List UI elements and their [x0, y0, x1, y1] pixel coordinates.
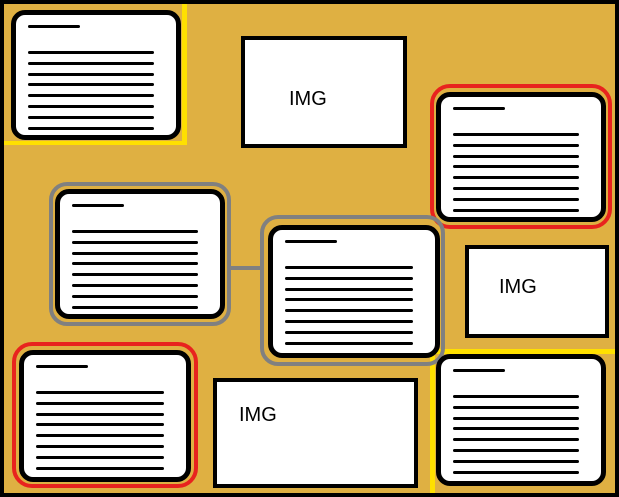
card-text-line [36, 455, 164, 459]
yellow-separator-top-left-horizontal [4, 141, 187, 145]
card-text-line [453, 176, 579, 180]
card-text-line [36, 445, 164, 448]
card-text-line [72, 305, 198, 309]
card-text-line [36, 412, 164, 416]
image-placeholder-bottom-center: IMG [213, 378, 418, 488]
card-text-line [453, 470, 579, 474]
card-text-line [72, 262, 198, 266]
card-text-line [453, 154, 579, 158]
card-text-line [36, 423, 164, 427]
card-title-line [453, 369, 505, 372]
card-text-line [72, 251, 198, 255]
card-text-line [28, 126, 154, 130]
card-text-line [453, 187, 579, 190]
card-title-line [453, 107, 505, 110]
image-placeholder-top-center: IMG [241, 36, 407, 148]
card-title-line [36, 365, 88, 368]
card-text-line [72, 294, 198, 298]
image-placeholder-label: IMG [499, 276, 537, 298]
card-text-line [28, 51, 154, 54]
card-text-line [453, 405, 579, 409]
card-text-line [285, 309, 413, 313]
card-text-line [453, 165, 579, 169]
card-text-line [28, 94, 154, 98]
card-text-line [285, 276, 413, 280]
card-text-line [453, 133, 579, 136]
image-placeholder-label: IMG [289, 88, 327, 110]
text-card-top-left [11, 10, 181, 140]
card-text-line [285, 287, 413, 291]
card-text-line [453, 416, 579, 420]
card-text-line [453, 208, 579, 212]
text-card-bottom-right [436, 354, 606, 486]
card-text-line [285, 341, 413, 345]
card-text-line [28, 115, 154, 119]
card-text-line [285, 320, 413, 323]
text-card-middle-center [268, 225, 440, 358]
yellow-separator-bottom-right-vertical [430, 349, 435, 493]
card-text-line [453, 197, 579, 201]
card-text-line [453, 395, 579, 398]
card-text-line [36, 401, 164, 405]
card-title-line [28, 25, 80, 28]
yellow-separator-top-left-vertical [182, 4, 187, 144]
diagram-board: IMG IMG IMG [0, 0, 619, 497]
card-text-line [285, 298, 413, 302]
card-text-line [36, 434, 164, 438]
card-text-line [285, 330, 413, 334]
card-text-line [28, 61, 154, 65]
card-title-line [285, 240, 337, 243]
card-text-line [28, 72, 154, 76]
text-card-middle-left [55, 189, 225, 319]
card-text-line [72, 240, 198, 244]
card-text-line [285, 266, 413, 269]
card-text-line [28, 105, 154, 108]
gray-connector [230, 266, 262, 270]
card-text-line [453, 427, 579, 431]
card-text-line [72, 230, 198, 233]
card-text-line [453, 459, 579, 463]
card-title-line [72, 204, 124, 207]
card-text-line [36, 466, 164, 470]
card-text-line [453, 449, 579, 452]
card-text-line [28, 83, 154, 87]
image-placeholder-right-middle: IMG [465, 245, 609, 338]
text-card-bottom-left [19, 350, 191, 482]
card-text-line [453, 438, 579, 442]
card-text-line [72, 273, 198, 277]
card-text-line [72, 284, 198, 287]
card-text-line [36, 391, 164, 394]
image-placeholder-label: IMG [239, 404, 277, 426]
card-text-line [453, 143, 579, 147]
text-card-top-right [436, 92, 606, 222]
